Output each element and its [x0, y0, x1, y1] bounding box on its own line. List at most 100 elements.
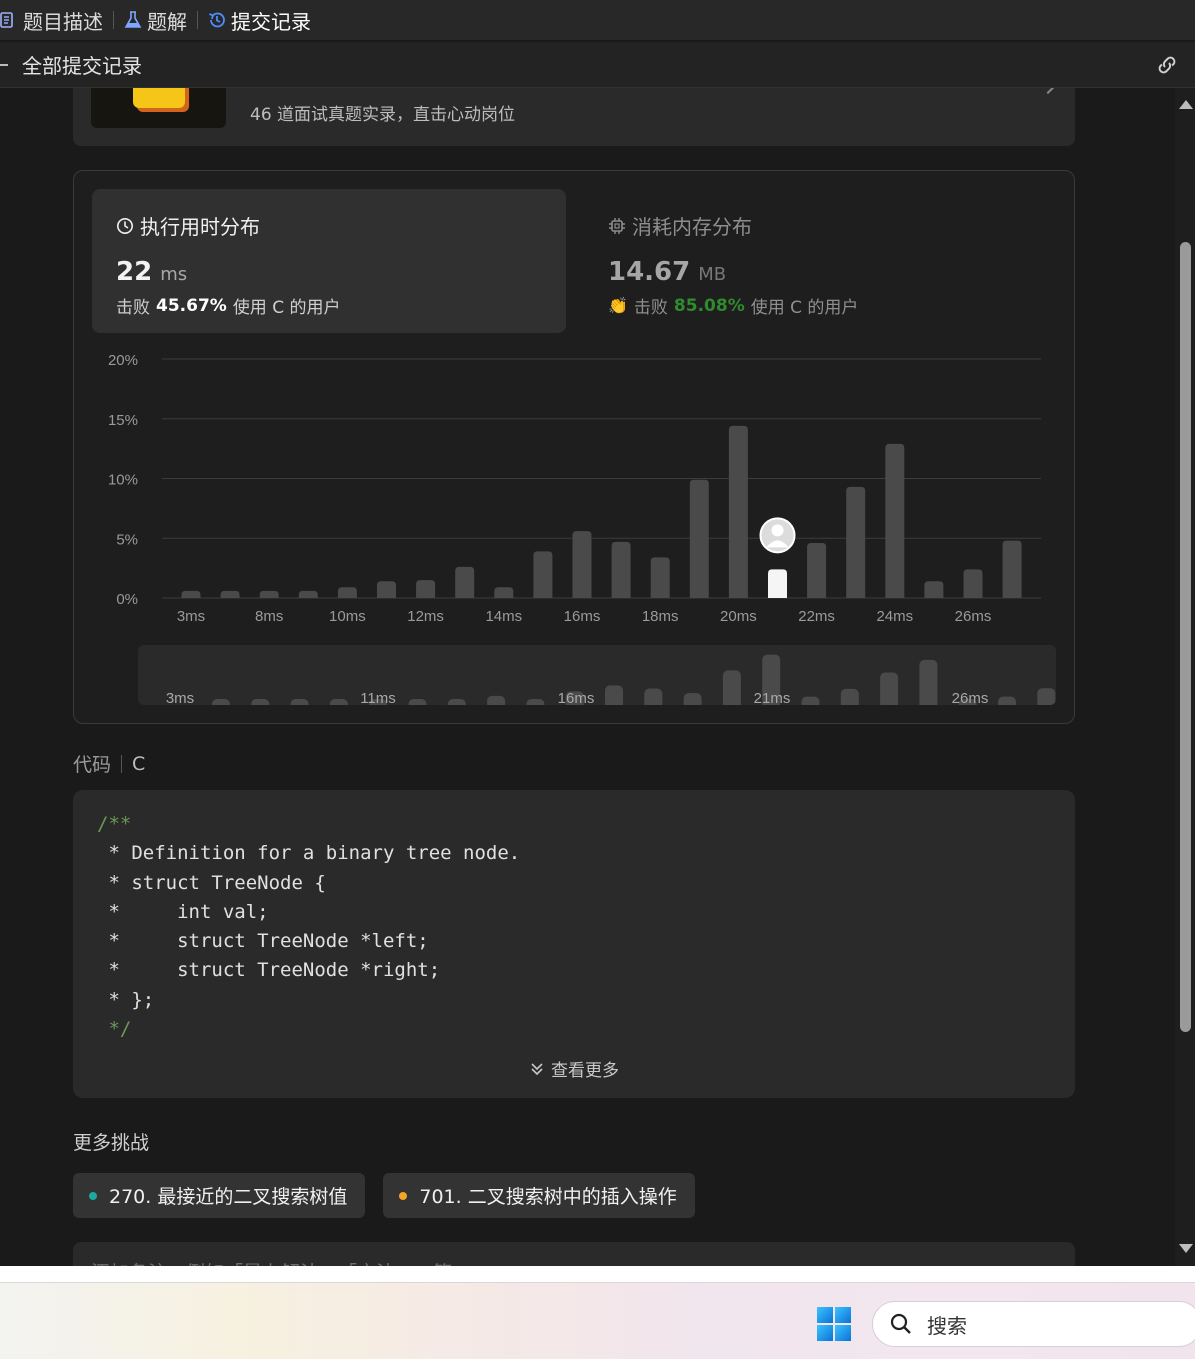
more-challenges-title: 更多挑战	[73, 1132, 150, 1154]
memory-metric: 14.67 MB	[608, 257, 726, 287]
flask-icon	[124, 11, 142, 28]
difficulty-dot	[399, 1191, 408, 1200]
promo-banner[interactable]: 46 道面试真题实录，直击心动岗位	[73, 88, 1075, 146]
bar	[220, 590, 240, 598]
brush-label: 21ms	[754, 690, 791, 705]
avatar-head-icon	[771, 524, 784, 537]
brush-bar	[683, 693, 702, 705]
scroll-down-arrow-icon[interactable]	[1179, 1244, 1193, 1253]
difficulty-dot	[89, 1191, 97, 1200]
brush-bar	[212, 699, 230, 705]
beat-percent: 45.67%	[156, 295, 227, 316]
brush-bar	[447, 699, 466, 705]
challenge-label: 270. 最接近的二叉搜索树值	[109, 1186, 348, 1208]
scroll-thumb[interactable]	[1180, 242, 1191, 1032]
bar	[572, 531, 592, 598]
taskbar-search[interactable]: 搜索	[872, 1301, 1195, 1347]
beat-suffix: 使用 C 的用户	[232, 298, 341, 318]
memory-card[interactable]: 消耗内存分布 14.67 MB 👏 击败 85.08% 使用 C 的用户	[584, 189, 1058, 333]
link-icon[interactable]	[1155, 53, 1179, 77]
brush-bar	[644, 688, 663, 705]
challenge-chip-701[interactable]: 701. 二叉搜索树中的插入操作	[383, 1173, 695, 1218]
runtime-value: 22	[116, 257, 153, 287]
submissions-header: 全部提交记录	[0, 42, 1195, 88]
clap-icon: 👏	[608, 296, 628, 315]
tab-submissions[interactable]: 提交记录	[198, 4, 321, 36]
runtime-card[interactable]: 执行用时分布 22 ms 击败 45.67% 使用 C 的用户	[92, 189, 566, 333]
code-line: * struct TreeNode {	[97, 871, 326, 894]
windows-start-icon[interactable]	[817, 1307, 851, 1341]
x-tick-label: 8ms	[255, 608, 283, 625]
scroll-up-arrow-icon[interactable]	[1179, 100, 1193, 109]
challenge-chip-270[interactable]: 270. 最接近的二叉搜索树值	[73, 1173, 366, 1218]
x-tick-label: 12ms	[407, 608, 444, 625]
history-icon	[209, 12, 225, 28]
bar	[650, 557, 670, 598]
y-tick-label: 0%	[116, 591, 138, 608]
distribution-panel: 执行用时分布 22 ms 击败 45.67% 使用 C 的用户 消耗内存分布 1…	[73, 170, 1075, 724]
code-content[interactable]: /** * Definition for a binary tree node.…	[97, 810, 520, 1044]
y-tick-label: 20%	[108, 352, 138, 369]
brush-bar	[251, 699, 270, 705]
clock-icon	[117, 217, 133, 234]
memory-value: 14.67	[608, 257, 691, 287]
bar	[377, 581, 396, 598]
x-tick-label: 18ms	[642, 608, 679, 625]
tab-label: 题目描述	[23, 9, 103, 34]
code-line: * struct TreeNode *left;	[97, 930, 429, 953]
memory-beat: 👏 击败 85.08% 使用 C 的用户	[608, 293, 858, 319]
runtime-metric: 22 ms	[116, 257, 187, 287]
x-tick-label: 20ms	[720, 608, 757, 625]
app-window: 题目描述 题解 提交记录 全部提交记录 46 道面试真题实录，直击心动岗位 执行…	[0, 0, 1195, 1266]
tab-solutions[interactable]: 题解	[114, 4, 197, 36]
brush-bar	[605, 685, 623, 705]
brush-bar	[290, 699, 309, 705]
beat-percent: 85.08%	[673, 295, 745, 316]
y-tick-label: 5%	[116, 531, 138, 548]
runtime-distribution-chart[interactable]: 20% 15% 10% 5% 0% 3ms 8ms 10ms 12ms 14ms 16ms 18ms 2…	[74, 341, 1074, 631]
taskbar-separator	[0, 1266, 1195, 1282]
brush-bar	[487, 695, 506, 705]
chart-range-brush[interactable]: 3ms 11ms 16ms 21ms 26ms	[138, 645, 1056, 705]
chevron-right-icon	[1040, 88, 1056, 95]
bar	[533, 551, 553, 598]
view-more-button[interactable]: 查看更多	[73, 1056, 1075, 1081]
bar	[455, 566, 475, 598]
x-tick-label: 14ms	[485, 608, 522, 625]
x-tick-label: 3ms	[177, 608, 205, 625]
code-line: * };	[97, 988, 155, 1011]
y-tick-label: 10%	[108, 472, 138, 489]
brush-label: 3ms	[166, 690, 194, 705]
tab-label: 提交记录	[231, 9, 311, 34]
brush-bar	[919, 659, 938, 705]
memory-title-text: 消耗内存分布	[632, 215, 752, 239]
x-tick-label: 22ms	[798, 608, 835, 625]
taskbar: 搜索	[0, 1282, 1195, 1359]
bar	[807, 543, 827, 598]
bar	[924, 581, 944, 598]
chip-icon	[609, 217, 625, 234]
tab-description[interactable]: 题目描述	[0, 4, 113, 36]
challenge-label: 701. 二叉搜索树中的插入操作	[419, 1186, 677, 1208]
brush-chart[interactable]: 3ms 11ms 16ms 21ms 26ms	[138, 645, 1056, 705]
brush-bar	[1037, 688, 1056, 705]
document-icon	[0, 12, 13, 28]
bar	[846, 486, 866, 598]
back-dash-icon[interactable]	[0, 63, 8, 66]
bar	[337, 587, 357, 598]
bar	[1002, 540, 1022, 598]
top-tabs: 题目描述 题解 提交记录	[0, 0, 1195, 41]
banner-text: 46 道面试真题实录，直击心动岗位	[250, 105, 516, 125]
code-line: * int val;	[97, 900, 269, 923]
main-content: 46 道面试真题实录，直击心动岗位 执行用时分布 22 ms 击败 45.67%…	[0, 88, 1175, 1266]
code-block[interactable]: /** * Definition for a binary tree node.…	[73, 790, 1075, 1098]
banner-thumbnail	[91, 88, 226, 128]
search-icon	[890, 1313, 911, 1334]
bar	[728, 425, 748, 598]
brush-label: 26ms	[952, 690, 989, 705]
bar	[689, 479, 709, 598]
notes-placeholder: 添加备注，例如「暴力解法」、「方法一」等	[91, 1258, 452, 1266]
notes-input[interactable]: 添加备注，例如「暴力解法」、「方法一」等	[73, 1242, 1075, 1266]
vertical-scrollbar[interactable]	[1175, 88, 1195, 1266]
brush-bar	[801, 696, 820, 705]
